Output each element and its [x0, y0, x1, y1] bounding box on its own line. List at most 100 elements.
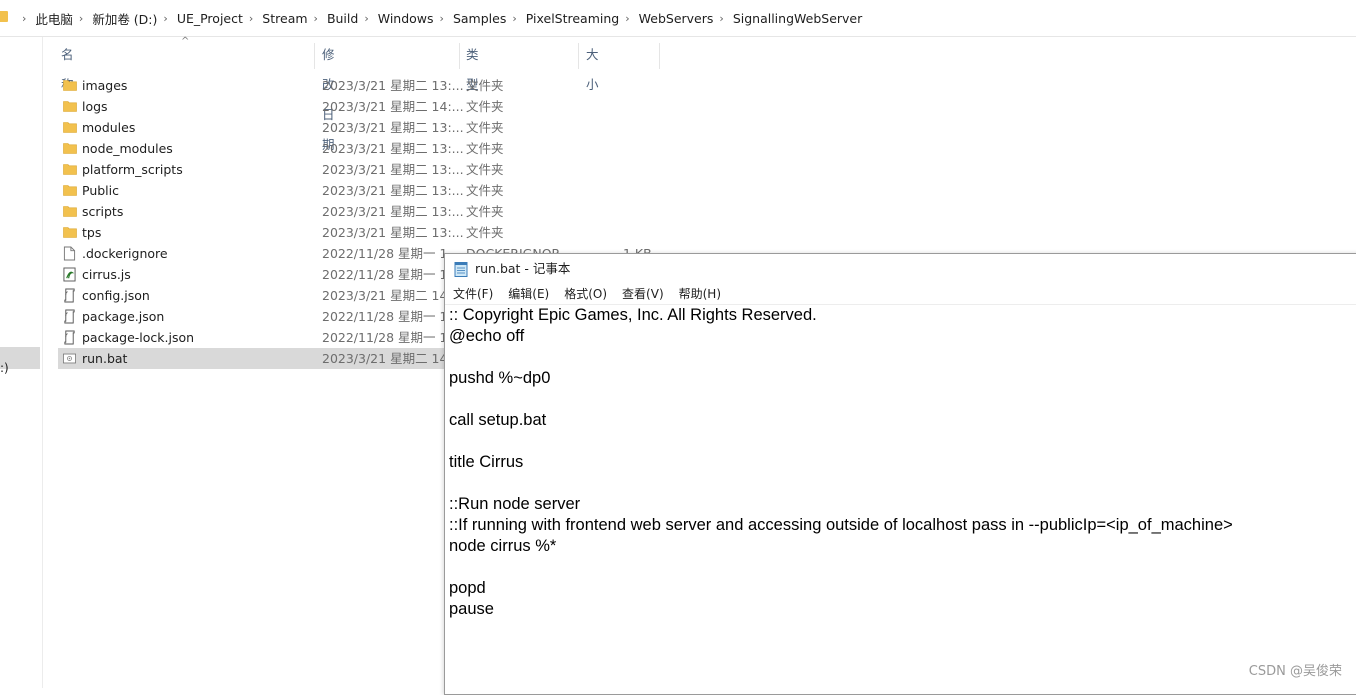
breadcrumb-item[interactable]: Build [327, 11, 358, 26]
file-row[interactable]: images 2023/3/21 星期二 13:... 文件夹 [58, 75, 504, 96]
column-divider[interactable] [659, 43, 660, 69]
file-row[interactable]: .dockerignore2022/11/28 星期一 1...DOCKERIG… [58, 243, 652, 264]
breadcrumb-item[interactable]: WebServers [639, 11, 714, 26]
file-name: package-lock.json [82, 330, 195, 345]
text-line [449, 389, 1349, 410]
file-date: 2022/11/28 星期一 1... [322, 330, 460, 345]
address-bar[interactable]: › 此电脑 › 新加卷 (D:) › UE_Project › Stream › Build › Wi… [0, 0, 1356, 37]
breadcrumb-separator-icon[interactable]: › [512, 12, 516, 25]
menu-help[interactable]: 帮助(H) [671, 284, 728, 304]
text-line [449, 431, 1349, 452]
file-type: 文件夹 [466, 141, 504, 156]
column-header-size[interactable]: 大小 [586, 40, 599, 92]
file-row[interactable]: run.bat 2023/3/21 星期二 14:... [58, 348, 464, 369]
file-date: 2023/3/21 星期二 13:... [322, 78, 464, 93]
column-divider[interactable] [578, 43, 579, 69]
file-row[interactable]: modules 2023/3/21 星期二 13:... 文件夹 [58, 117, 504, 138]
folder-icon [63, 122, 77, 133]
file-date: 2023/3/21 星期二 13:... [322, 162, 464, 177]
breadcrumb-item[interactable]: PixelStreaming [526, 11, 619, 26]
breadcrumb-separator-icon[interactable]: › [625, 12, 629, 25]
text-line: node cirrus %* [449, 537, 557, 555]
column-divider[interactable] [459, 43, 460, 69]
text-line [449, 557, 1349, 578]
file-type: 文件夹 [466, 225, 504, 240]
notepad-window[interactable]: run.bat - 记事本 文件(F) 编辑(E) 格式(O) 查看(V) 帮助(H) … [444, 253, 1356, 695]
file-type: 文件夹 [466, 78, 504, 93]
file-name: Public [82, 183, 119, 198]
menu-file[interactable]: 文件(F) [445, 284, 500, 304]
file-name: cirrus.js [82, 267, 131, 282]
breadcrumb-separator-icon[interactable]: › [364, 12, 368, 25]
sort-ascending-icon: ^ [181, 36, 190, 47]
breadcrumb-item[interactable]: Stream [262, 11, 307, 26]
folder-icon [63, 101, 77, 112]
file-name: config.json [82, 288, 150, 303]
breadcrumb-separator-icon[interactable]: › [314, 12, 318, 25]
column-header-type[interactable]: 类型 [466, 40, 479, 92]
text-line: ::If running with frontend web server an… [449, 516, 1233, 534]
file-row[interactable]: scripts 2023/3/21 星期二 13:... 文件夹 [58, 201, 504, 222]
folder-icon [63, 206, 77, 217]
folder-icon [63, 185, 77, 196]
file-row[interactable]: package.json 2022/11/28 星期一 1... [58, 306, 460, 327]
text-line: title Cirrus [449, 453, 524, 471]
file-icon [63, 246, 76, 261]
navigation-pane[interactable]: :) [0, 37, 43, 688]
breadcrumb-separator-icon[interactable]: › [719, 12, 723, 25]
menu-format[interactable]: 格式(O) [556, 284, 614, 304]
watermark: CSDN @吴俊荣 [1248, 664, 1342, 679]
breadcrumb-separator-icon[interactable]: › [79, 12, 83, 25]
file-name: scripts [82, 204, 124, 219]
folder-icon [63, 80, 77, 91]
file-row[interactable]: logs 2023/3/21 星期二 14:... 文件夹 [58, 96, 504, 117]
breadcrumb-separator-icon[interactable]: › [440, 12, 444, 25]
file-name: .dockerignore [82, 246, 168, 261]
file-row[interactable]: Public 2023/3/21 星期二 13:... 文件夹 [58, 180, 504, 201]
notepad-titlebar[interactable]: run.bat - 记事本 [445, 254, 1356, 284]
file-row[interactable]: cirrus.js 2022/11/28 星期一 1... [58, 264, 460, 285]
menu-view[interactable]: 查看(V) [614, 284, 671, 304]
file-row[interactable]: config.json 2023/3/21 星期二 14:... [58, 285, 464, 306]
file-date: 2023/3/21 星期二 14:... [322, 99, 464, 114]
file-name: modules [82, 120, 136, 135]
file-name: images [82, 78, 128, 93]
file-type: 文件夹 [466, 183, 504, 198]
column-header-name[interactable]: 名称 [61, 40, 74, 92]
file-date: 2022/11/28 星期一 1... [322, 267, 460, 282]
breadcrumb-item[interactable]: Samples [453, 11, 506, 26]
column-divider[interactable] [314, 43, 315, 69]
file-date: 2023/3/21 星期二 14:... [322, 288, 464, 303]
file-date: 2023/3/21 星期二 13:... [322, 204, 464, 219]
text-line: pause [449, 600, 494, 618]
notepad-title: run.bat - 记事本 [475, 261, 571, 276]
breadcrumb-item[interactable]: 此电脑 [35, 9, 73, 28]
file-date: 2023/3/21 星期二 13:... [322, 225, 464, 240]
file-row[interactable]: package-lock.json 2022/11/28 星期一 1... [58, 327, 460, 348]
breadcrumb-separator-icon[interactable]: › [22, 12, 26, 25]
folder-icon [63, 143, 77, 154]
file-name: node_modules [82, 141, 173, 156]
json-file-icon [64, 330, 75, 345]
nav-drive-label[interactable]: :) [0, 361, 9, 375]
file-row[interactable]: tps 2023/3/21 星期二 13:... 文件夹 [58, 222, 504, 243]
file-row[interactable]: node_modules 2023/3/21 星期二 13:... 文件夹 [58, 138, 504, 159]
file-type: 文件夹 [466, 162, 504, 177]
breadcrumb-item[interactable]: Windows [378, 11, 434, 26]
file-row[interactable]: platform_scripts 2023/3/21 星期二 13:... 文件夹 [58, 159, 504, 180]
breadcrumb-item[interactable]: 新加卷 (D:) [92, 9, 157, 28]
file-date: 2022/11/28 星期一 1... [322, 309, 460, 324]
text-line: pushd %~dp0 [449, 369, 551, 387]
breadcrumb-item[interactable]: UE_Project [177, 11, 243, 26]
file-name: run.bat [82, 351, 128, 366]
folder-icon [63, 164, 77, 175]
file-type: 文件夹 [466, 120, 504, 135]
breadcrumb-item[interactable]: SignallingWebServer [733, 11, 862, 26]
file-date: 2023/3/21 星期二 13:... [322, 120, 464, 135]
menu-edit[interactable]: 编辑(E) [500, 284, 556, 304]
notepad-text-area[interactable]: :: Copyright Epic Games, Inc. All Rights… [445, 305, 1349, 690]
breadcrumb-separator-icon[interactable]: › [249, 12, 253, 25]
file-date: 2023/3/21 星期二 14:... [322, 351, 464, 366]
column-header-date[interactable]: 修改日期 [322, 40, 335, 152]
breadcrumb-separator-icon[interactable]: › [163, 12, 167, 25]
